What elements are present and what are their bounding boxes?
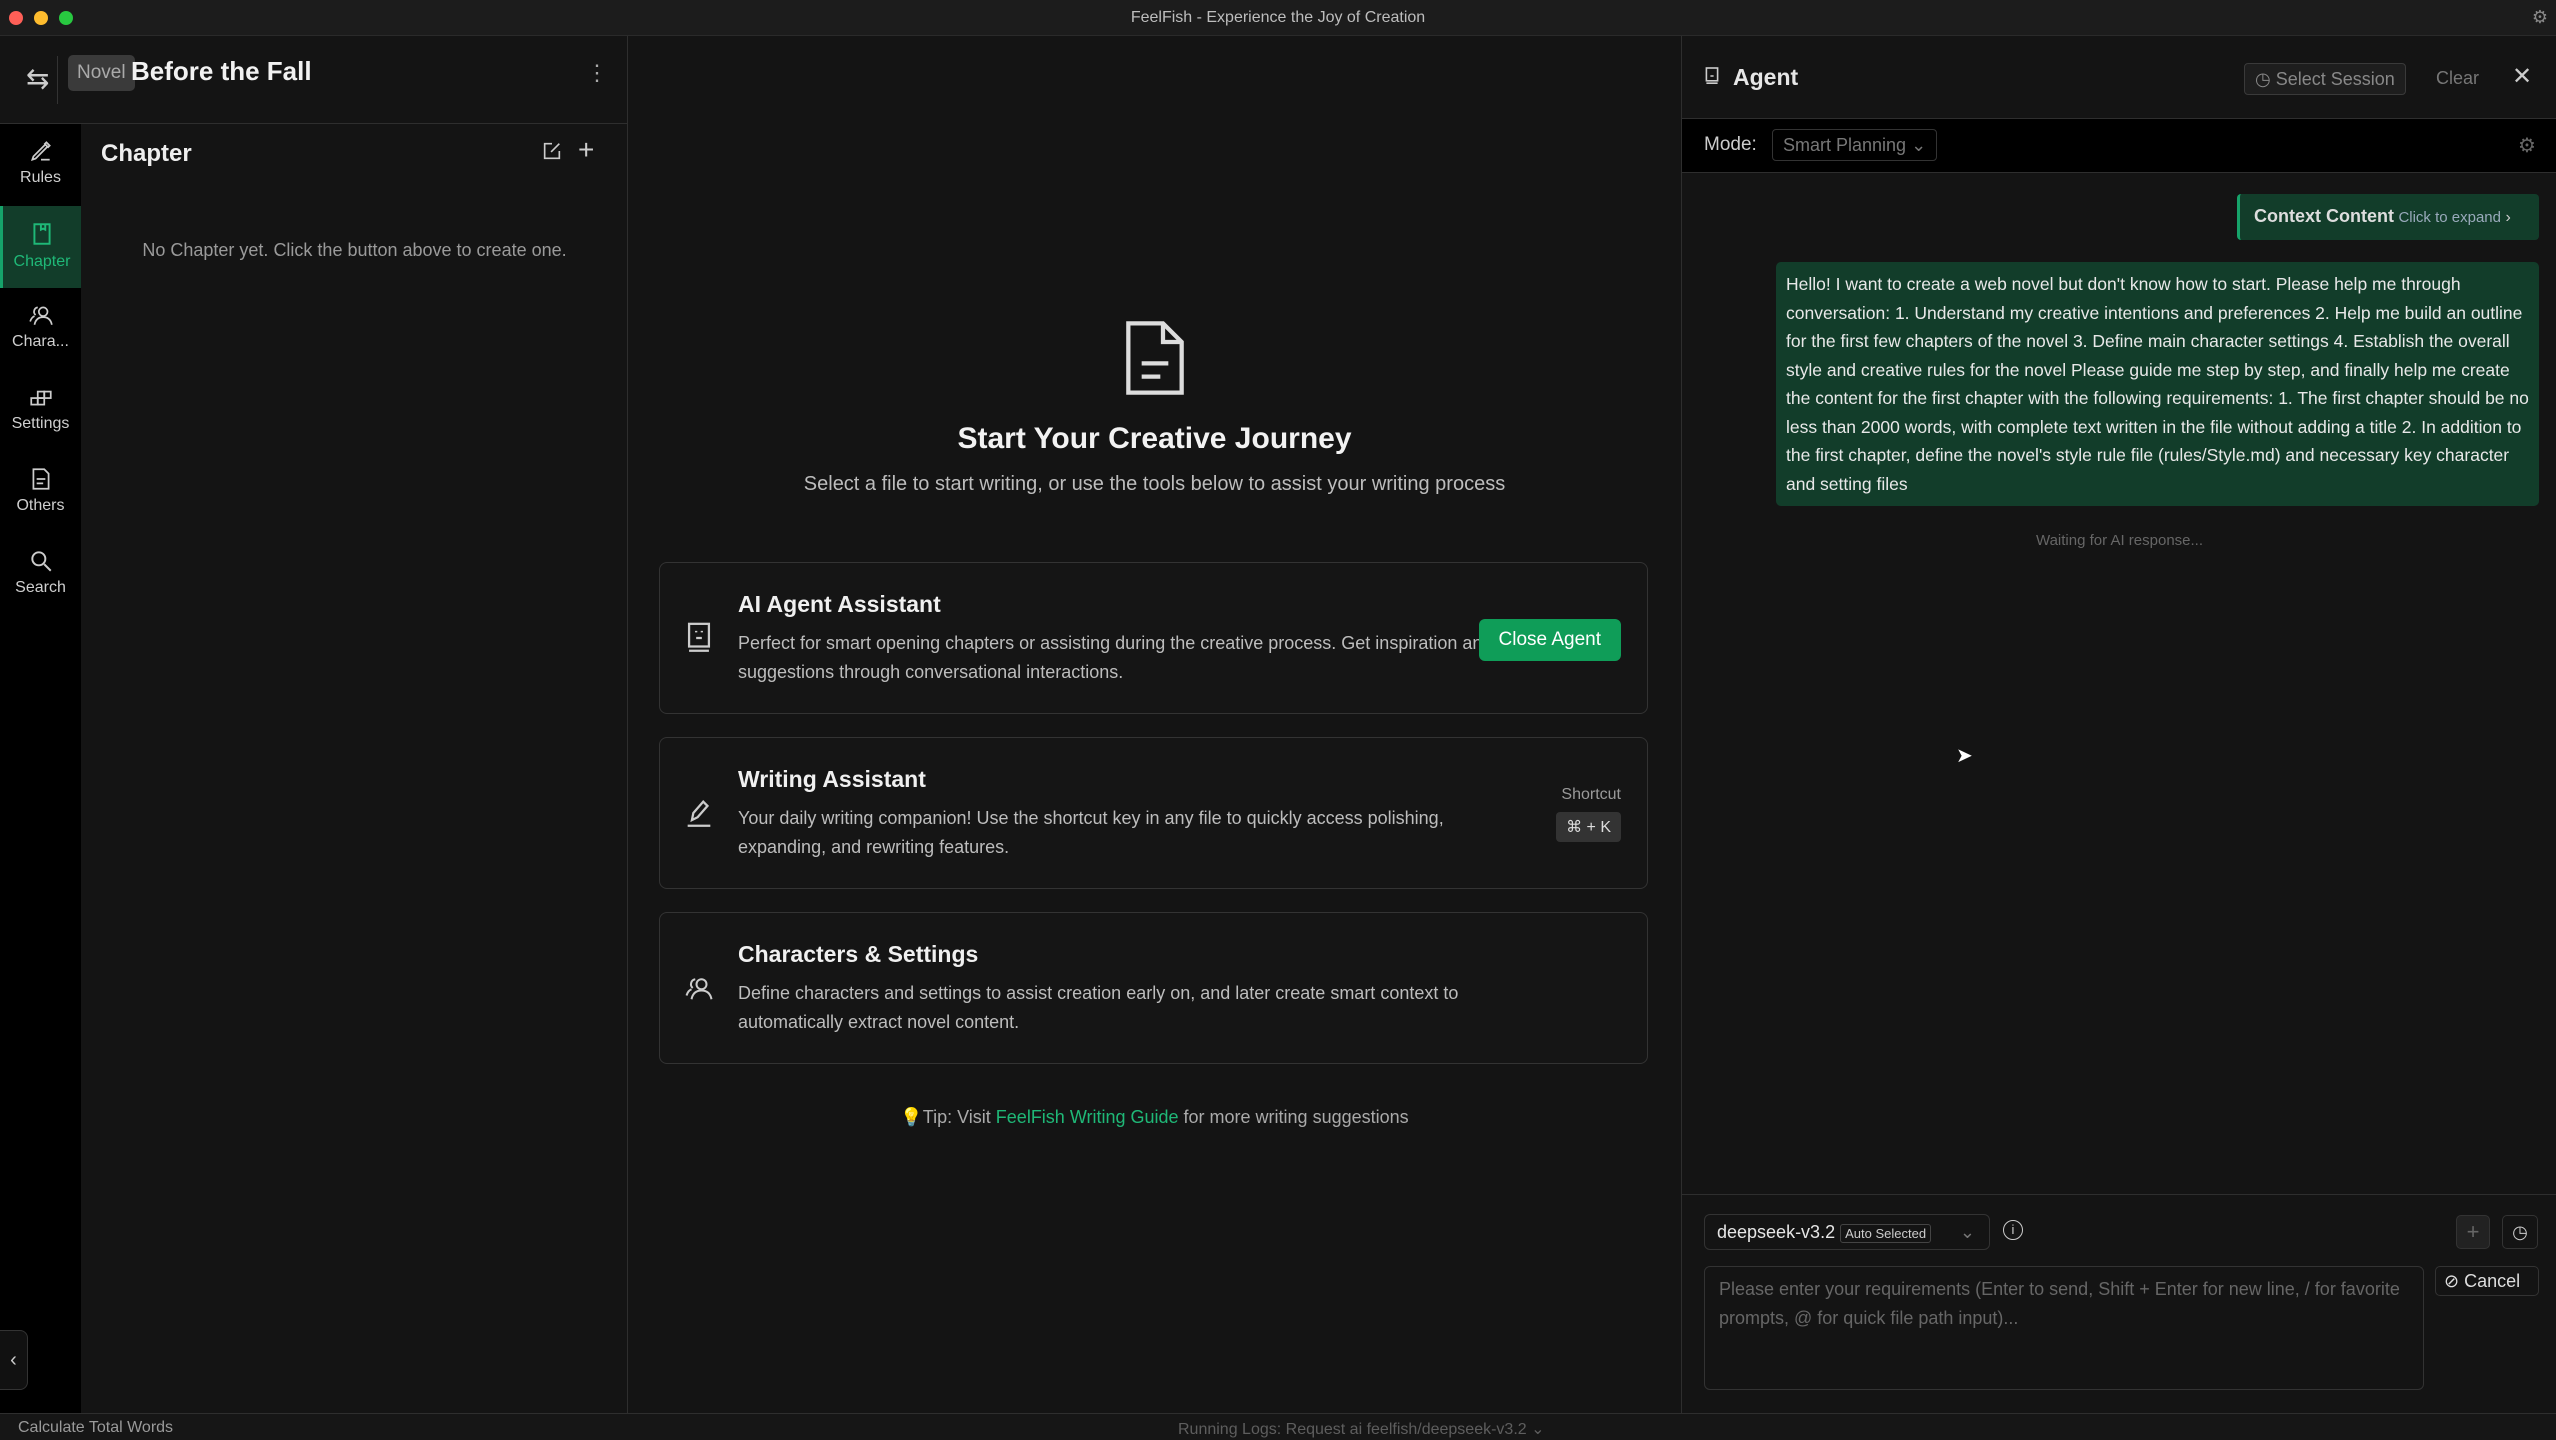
search-icon <box>28 548 54 574</box>
context-title: Context Content <box>2254 206 2394 226</box>
file-icon <box>28 466 54 492</box>
new-chapter-icon[interactable] <box>541 140 563 167</box>
rail-label: Rules <box>0 169 81 187</box>
icon-rail: Rules Chapter Chara... Settings Others S… <box>0 124 81 1413</box>
pencil-icon <box>684 796 714 835</box>
writing-guide-link[interactable]: FeelFish Writing Guide <box>996 1107 1179 1127</box>
chevron-down-icon: ⌄ <box>1960 1222 1975 1243</box>
mode-value: Smart Planning <box>1783 135 1906 155</box>
project-header: ⇆ Novel Before the Fall ⋮ <box>0 36 628 124</box>
settings-gear-icon[interactable]: ⚙ <box>2518 133 2536 158</box>
rail-label: Settings <box>0 415 81 433</box>
context-content-toggle[interactable]: Context Content Click to expand › <box>2237 194 2539 240</box>
pen-icon <box>28 138 54 164</box>
chapter-panel: Chapter + No Chapter yet. Click the butt… <box>81 124 628 1413</box>
agent-header: Agent ◷ Select Session Clear ✕ <box>1682 36 2556 119</box>
context-hint: Click to expand <box>2398 209 2501 226</box>
auto-selected-badge: Auto Selected <box>1840 1224 1931 1243</box>
chevron-down-icon: ⌄ <box>1906 135 1926 155</box>
swap-icon[interactable]: ⇆ <box>26 62 49 95</box>
running-logs-toggle[interactable]: Running Logs: Request ai feelfish/deepse… <box>1178 1419 1545 1439</box>
running-logs-text: Running Logs: Request ai feelfish/deepse… <box>1178 1421 1527 1438</box>
welcome-title: Start Your Creative Journey <box>628 422 1681 456</box>
chevron-down-icon: ⌄ <box>1527 1421 1545 1438</box>
agent-panel: Agent ◷ Select Session Clear ✕ Mode: Sma… <box>1681 36 2556 1413</box>
tip-text: Tip: Visit <box>923 1107 996 1127</box>
blocks-icon <box>28 384 54 410</box>
status-bar: Calculate Total Words Running Logs: Requ… <box>0 1413 2556 1440</box>
divider <box>57 56 58 104</box>
cancel-label: Cancel <box>2464 1271 2520 1291</box>
card-title: Writing Assistant <box>738 766 926 793</box>
window-title: FeelFish - Experience the Joy of Creatio… <box>0 9 2556 27</box>
characters-settings-card: Characters & Settings Define characters … <box>659 912 1648 1064</box>
stop-icon: ⊘ <box>2444 1271 2464 1291</box>
shortcut-key: ⌘ + K <box>1556 812 1621 842</box>
rail-label: Chapter <box>3 253 81 271</box>
model-select[interactable]: deepseek-v3.2 Auto Selected ⌄ <box>1704 1214 1990 1250</box>
tip-text: for more writing suggestions <box>1179 1107 1409 1127</box>
rail-item-settings[interactable]: Settings <box>0 370 81 452</box>
panel-title: Chapter <box>101 140 192 168</box>
project-title: Before the Fall <box>131 56 312 87</box>
shortcut-label: Shortcut <box>1561 786 1621 804</box>
chevron-right-icon: › <box>2501 209 2511 226</box>
close-icon[interactable]: ✕ <box>2512 62 2532 91</box>
robot-icon <box>684 621 714 660</box>
more-options-icon[interactable]: ⋮ <box>586 60 608 86</box>
info-icon[interactable]: i <box>2003 1220 2023 1240</box>
book-icon <box>29 220 55 248</box>
clock-icon: ◷ <box>2255 69 2276 89</box>
mode-select[interactable]: Smart Planning ⌄ <box>1772 129 1937 161</box>
history-icon[interactable]: ◷ <box>2502 1215 2538 1249</box>
mode-label: Mode: <box>1704 134 1757 156</box>
waiting-status: Waiting for AI response... <box>1682 532 2556 549</box>
card-title: Characters & Settings <box>738 941 978 968</box>
lightbulb-icon: 💡 <box>900 1107 922 1127</box>
rail-item-search[interactable]: Search <box>0 534 81 616</box>
title-bar: FeelFish - Experience the Joy of Creatio… <box>0 0 2556 36</box>
clear-button[interactable]: Clear <box>2436 68 2479 89</box>
welcome-subtitle: Select a file to start writing, or use t… <box>628 473 1681 496</box>
document-icon <box>1123 318 1187 403</box>
select-session-button[interactable]: ◷ Select Session <box>2244 63 2406 95</box>
rail-label: Others <box>0 497 81 515</box>
rail-item-chapter[interactable]: Chapter <box>0 206 81 288</box>
users-icon <box>684 971 714 1010</box>
card-description: Perfect for smart opening chapters or as… <box>738 629 1498 687</box>
new-session-button[interactable]: + <box>2456 1215 2490 1249</box>
cancel-button[interactable]: ⊘ Cancel <box>2435 1266 2539 1296</box>
robot-icon <box>1704 66 1720 91</box>
main-welcome: Start Your Creative Journey Select a fil… <box>628 36 1681 1413</box>
rail-item-others[interactable]: Others <box>0 452 81 534</box>
users-icon <box>28 302 54 328</box>
rail-label: Search <box>0 579 81 597</box>
gear-icon[interactable]: ⚙ <box>2532 7 2548 28</box>
tip-line: 💡Tip: Visit FeelFish Writing Guide for m… <box>628 1107 1681 1128</box>
divider <box>1682 1194 2556 1195</box>
agent-title: Agent <box>1733 64 1798 91</box>
rail-label: Chara... <box>0 333 81 351</box>
novel-badge: Novel <box>68 55 135 91</box>
close-agent-button[interactable]: Close Agent <box>1479 619 1621 661</box>
writing-assistant-card: Writing Assistant Your daily writing com… <box>659 737 1648 889</box>
card-description: Define characters and settings to assist… <box>738 979 1498 1037</box>
model-name: deepseek-v3.2 <box>1717 1222 1835 1242</box>
select-session-label: Select Session <box>2276 69 2395 89</box>
user-message-bubble: Hello! I want to create a web novel but … <box>1776 262 2539 506</box>
requirements-input[interactable]: Please enter your requirements (Enter to… <box>1704 1266 2424 1390</box>
collapse-sidebar-button[interactable]: ‹ <box>0 1330 28 1390</box>
card-title: AI Agent Assistant <box>738 591 941 618</box>
empty-state-text: No Chapter yet. Click the button above t… <box>81 240 628 261</box>
mode-bar: Mode: Smart Planning ⌄ ⚙ <box>1682 119 2556 173</box>
calculate-total-words-button[interactable]: Calculate Total Words <box>18 1419 173 1437</box>
add-icon[interactable]: + <box>578 134 594 166</box>
ai-agent-card: AI Agent Assistant Perfect for smart ope… <box>659 562 1648 714</box>
mouse-cursor-icon: ➤ <box>1956 743 1973 768</box>
rail-item-rules[interactable]: Rules <box>0 124 81 206</box>
card-description: Your daily writing companion! Use the sh… <box>738 804 1498 862</box>
rail-item-characters[interactable]: Chara... <box>0 288 81 370</box>
